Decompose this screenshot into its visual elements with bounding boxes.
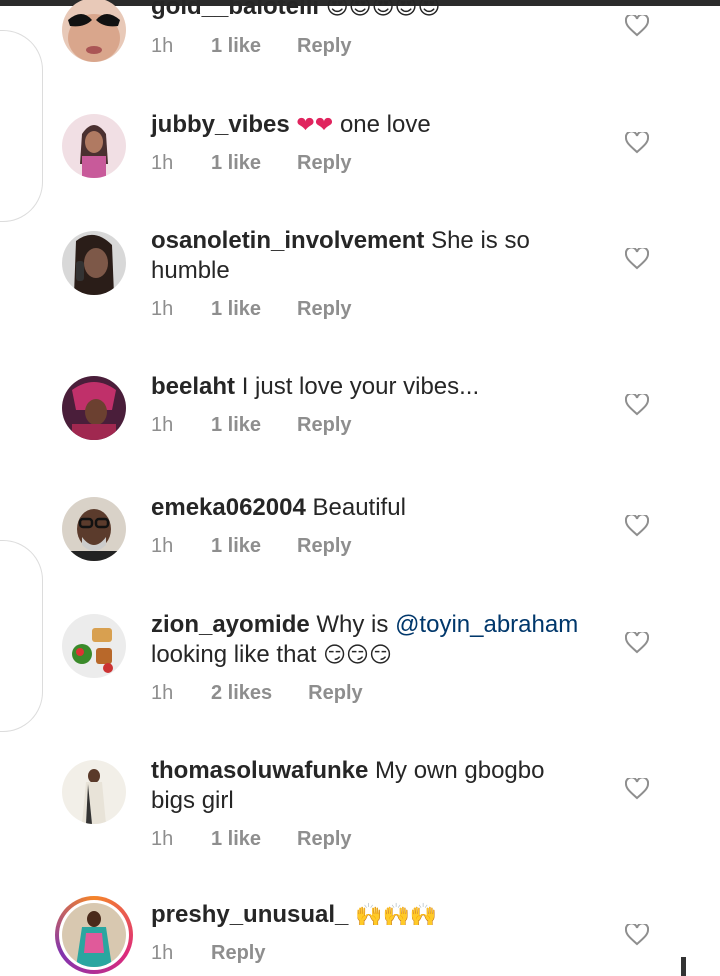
thread-indicator-curve <box>0 30 43 222</box>
heart-outline-icon[interactable] <box>625 778 649 800</box>
comment-time: 1h <box>151 682 174 704</box>
comment-meta: 1h 1 like Reply <box>151 828 352 851</box>
comment-likes[interactable]: 1 like <box>211 152 261 175</box>
user-avatar-story[interactable] <box>55 896 133 974</box>
thread-indicator-curve <box>0 540 43 732</box>
user-avatar[interactable] <box>62 231 126 295</box>
user-avatar[interactable] <box>62 376 126 440</box>
reply-button[interactable]: Reply <box>297 414 351 437</box>
comment-body: one love <box>339 111 431 138</box>
comment-time: 1h <box>151 35 174 57</box>
comment-text: preshy_unusual_ 🙌🙌🙌 <box>151 900 591 931</box>
comment-username[interactable]: emeka062004 <box>151 494 306 521</box>
comment-username[interactable]: preshy_unusual_ <box>151 901 348 928</box>
comment-meta: 1h Reply <box>151 942 265 965</box>
comment-username[interactable]: jubby_vibes <box>151 111 290 138</box>
heart-outline-icon[interactable] <box>625 15 649 37</box>
comment-time: 1h <box>151 828 174 850</box>
reply-button[interactable]: Reply <box>297 828 351 851</box>
heart-outline-icon[interactable] <box>625 924 649 946</box>
comment-text: osanoletin_involvement She is so humble <box>151 226 591 286</box>
emoji-heart-eyes: 😍😍😍😍😍 <box>325 0 441 20</box>
comment-body: I just love your vibes... <box>241 373 480 400</box>
comment-text: beelaht I just love your vibes... <box>151 372 591 402</box>
comment-time: 1h <box>151 414 174 436</box>
comment-likes[interactable]: 1 like <box>211 535 261 558</box>
reply-button[interactable]: Reply <box>297 535 351 558</box>
comment-likes[interactable]: 1 like <box>211 35 261 58</box>
comment-time: 1h <box>151 535 174 557</box>
comment-likes[interactable]: 2 likes <box>211 682 272 705</box>
comment-username[interactable]: beelaht <box>151 373 235 400</box>
comment-text: jubby_vibes ❤❤ one love <box>151 110 591 141</box>
comment-time: 1h <box>151 942 174 964</box>
red-heart-emoji: ❤❤ <box>296 113 334 138</box>
comment-time: 1h <box>151 152 174 174</box>
story-ring-inner <box>59 900 129 970</box>
comment-username[interactable]: osanoletin_involvement <box>151 227 424 254</box>
comment-text: thomasoluwafunke My own gbogbo bigs girl <box>151 756 591 816</box>
comment-meta: 1h 2 likes Reply <box>151 682 363 705</box>
raised-hands-emoji: 🙌🙌🙌 <box>355 903 438 928</box>
comment-username[interactable]: gold__balotelli <box>151 0 319 20</box>
user-avatar[interactable] <box>62 760 126 824</box>
comment-meta: 1h 1 like Reply <box>151 298 352 321</box>
reply-button[interactable]: Reply <box>297 152 351 175</box>
user-avatar[interactable] <box>62 114 126 178</box>
comment-username[interactable]: thomasoluwafunke <box>151 757 368 784</box>
heart-outline-icon[interactable] <box>625 515 649 537</box>
smirk-emoji: 😏😏😏 <box>323 643 392 668</box>
comment-text: gold__balotelli 😍😍😍😍😍 <box>151 0 591 23</box>
reply-button[interactable]: Reply <box>211 942 265 965</box>
comment-meta: 1h 1 like Reply <box>151 535 352 558</box>
comment-likes[interactable]: 1 like <box>211 828 261 851</box>
comment-meta: 1h 1 like Reply <box>151 152 352 175</box>
user-avatar[interactable] <box>62 0 126 62</box>
heart-outline-icon[interactable] <box>625 394 649 416</box>
mention-link[interactable]: @toyin_abraham <box>395 611 578 638</box>
comment-meta: 1h 1 like Reply <box>151 35 352 58</box>
comment-text: emeka062004 Beautiful <box>151 493 591 523</box>
comment-username[interactable]: zion_ayomide <box>151 611 310 638</box>
user-avatar[interactable] <box>62 497 126 561</box>
comment-body: Beautiful <box>312 494 406 521</box>
comment-text: zion_ayomide Why is @toyin_abraham looki… <box>151 610 591 671</box>
comment-body-pre: Why is <box>316 611 389 638</box>
comment-likes[interactable]: 1 like <box>211 298 261 321</box>
scrollbar-thumb[interactable] <box>681 957 686 976</box>
heart-outline-icon[interactable] <box>625 132 649 154</box>
reply-button[interactable]: Reply <box>308 682 362 705</box>
reply-button[interactable]: Reply <box>297 35 351 58</box>
comment-meta: 1h 1 like Reply <box>151 414 352 437</box>
comment-likes[interactable]: 1 like <box>211 414 261 437</box>
comment-time: 1h <box>151 298 174 320</box>
reply-button[interactable]: Reply <box>297 298 351 321</box>
heart-outline-icon[interactable] <box>625 632 649 654</box>
user-avatar[interactable] <box>62 614 126 678</box>
comment-body-post: looking like that <box>151 641 317 668</box>
heart-outline-icon[interactable] <box>625 248 649 270</box>
